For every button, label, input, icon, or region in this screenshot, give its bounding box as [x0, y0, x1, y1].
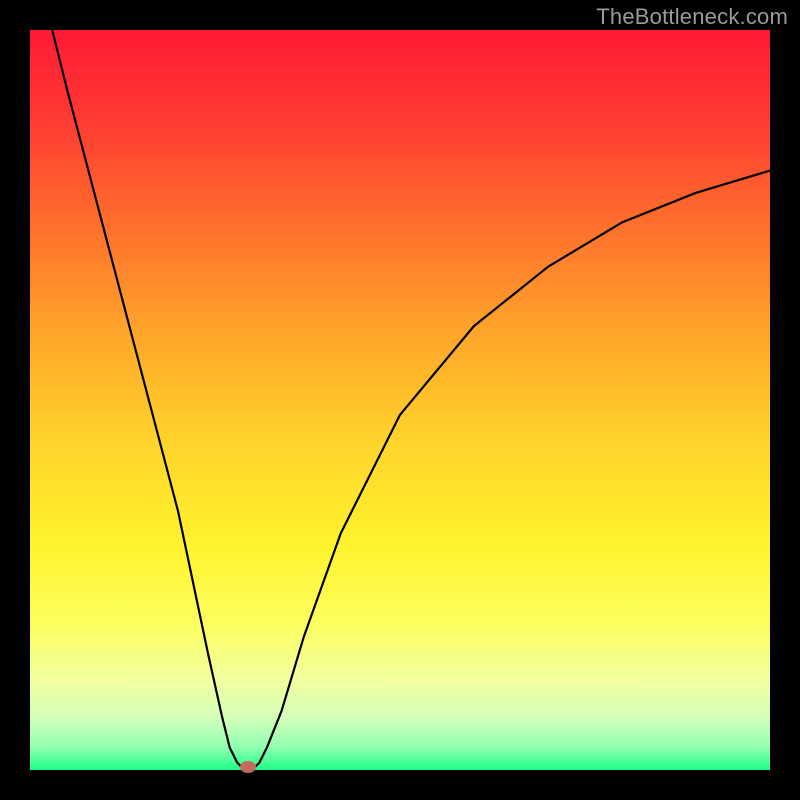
plot-area: [30, 30, 770, 770]
bottleneck-curve-path: [52, 30, 770, 770]
curve-svg: [30, 30, 770, 770]
watermark-label: TheBottleneck.com: [596, 4, 788, 30]
optimal-point-marker: [240, 761, 256, 773]
chart-frame: TheBottleneck.com: [0, 0, 800, 800]
